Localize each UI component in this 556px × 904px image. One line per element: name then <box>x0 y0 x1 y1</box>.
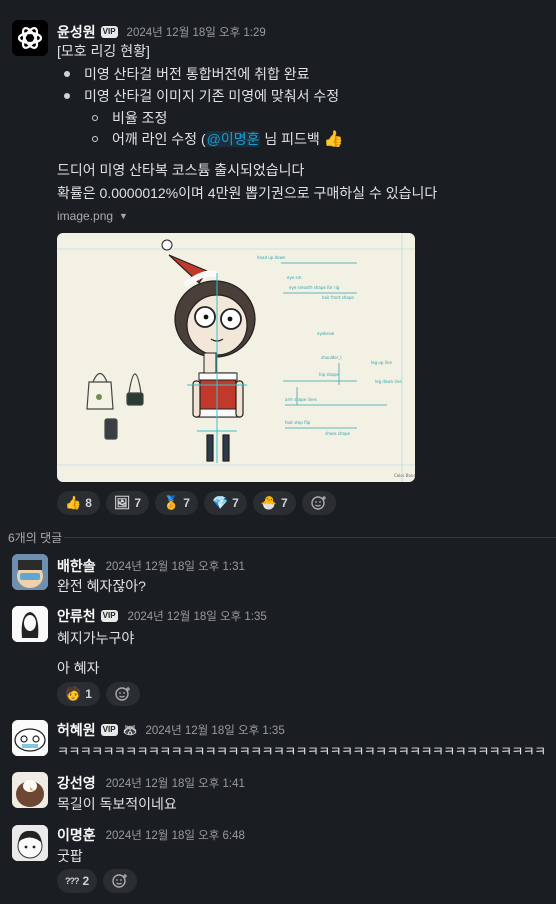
eagle-avatar-icon <box>12 772 48 808</box>
svg-text:head up down: head up down <box>257 255 286 260</box>
reply-count-label: 6개의 댓글 <box>8 531 63 545</box>
reply-author[interactable]: 허혜원 <box>57 720 96 740</box>
bullet-item: 미영 산타걸 버전 통합버전에 취합 완료 <box>84 66 310 82</box>
reaction-thumbs-up[interactable]: 👍 8 <box>57 491 100 515</box>
reaction-medal[interactable]: 🏅 7 <box>155 491 198 515</box>
reply-text: 굿팝 <box>57 848 83 864</box>
reply-timestamp[interactable]: 2024년 12월 18일 오후 6:48 <box>106 827 245 843</box>
vip-badge: VIP <box>100 724 118 736</box>
bullet-dot <box>64 71 70 77</box>
reaction-count: 1 <box>85 687 92 701</box>
reaction-count: 7 <box>134 496 142 510</box>
reaction-count: 7 <box>183 496 190 510</box>
reaction-chick[interactable]: 🐣 7 <box>252 491 296 515</box>
bullet-item: 미영 산타걸 이미지 기존 미영에 맞춰서 수정 <box>84 88 340 104</box>
message-heading: [모호 리깅 현황] <box>57 43 150 59</box>
svg-text:eyebrow: eyebrow <box>317 331 335 336</box>
attachment-filename[interactable]: image.png <box>57 209 113 223</box>
reply-text: ㅋㅋㅋㅋㅋㅋㅋㅋㅋㅋㅋㅋㅋㅋㅋㅋㅋㅋㅋㅋㅋㅋㅋㅋㅋㅋㅋㅋㅋㅋㅋㅋㅋㅋㅋㅋㅋㅋㅋㅋ… <box>57 744 547 759</box>
message-timestamp[interactable]: 2024년 12월 18일 오후 1:29 <box>127 24 266 40</box>
sub-bullet-prefix: 어깨 라인 수정 ( <box>112 131 206 147</box>
raccoon-status-icon: 🦝 <box>122 723 138 737</box>
attached-image[interactable]: head up down eye sm eye smooth shape for… <box>57 233 415 482</box>
sub-bullet-ring <box>92 136 98 142</box>
sub-bullet-item: 비율 조정 <box>112 110 168 126</box>
picture-icon: 🖼 <box>113 495 131 510</box>
reply-avatar[interactable] <box>12 720 48 756</box>
reply-avatar[interactable] <box>12 554 48 590</box>
reaction-count: 8 <box>85 496 92 510</box>
svg-text:hair front shape: hair front shape <box>322 295 354 300</box>
reply-avatar[interactable] <box>12 825 48 861</box>
chick-icon: 🐣 <box>260 495 278 510</box>
reply-text: 목길이 독보적이네요 <box>57 796 177 812</box>
svg-text:arm shape lines: arm shape lines <box>285 397 317 402</box>
svg-text:leg up line: leg up line <box>371 360 392 365</box>
user-mention[interactable]: @이명훈 <box>205 131 261 147</box>
vip-badge: VIP <box>100 26 118 38</box>
sub-bullet-ring <box>92 115 98 121</box>
author-name[interactable]: 윤성원 <box>57 22 96 42</box>
svg-text:shoes shape: shoes shape <box>325 431 350 436</box>
reaction-picture[interactable]: 🖼 7 <box>105 491 150 515</box>
thumbs-up-icon: 👍 <box>323 131 344 148</box>
svg-text:hip shape: hip shape <box>319 372 339 377</box>
doodle-avatar-icon <box>12 720 48 756</box>
reply-avatar[interactable] <box>12 606 48 642</box>
medal-icon: 🏅 <box>163 495 180 510</box>
boy-avatar-icon <box>12 825 48 861</box>
message-paragraph: 확률은 0.0000012%이며 4만원 뽑기권으로 구매하실 수 있습니다 <box>57 185 438 201</box>
message-paragraph: 드디어 미영 산타복 코스튬 출시되었습니다 <box>57 162 305 178</box>
svg-text:eye sm: eye sm <box>287 275 302 280</box>
thread-divider <box>64 537 556 538</box>
add-reaction-button[interactable] <box>103 869 138 893</box>
reaction-count: 2 <box>82 874 90 888</box>
svg-text:foot step flip: foot step flip <box>285 420 311 425</box>
question-icon: ??? <box>65 876 79 886</box>
character-rig-illustration: head up down eye sm eye smooth shape for… <box>57 233 415 482</box>
reply-text: 혜지가누구야 <box>57 630 135 646</box>
openai-logo-icon <box>17 27 43 49</box>
reply-timestamp[interactable]: 2024년 12월 18일 오후 1:31 <box>106 558 245 574</box>
caret-down-icon[interactable]: ▼ <box>119 211 128 221</box>
reply-author[interactable]: 이명훈 <box>57 825 96 845</box>
svg-text:shoulder_l: shoulder_l <box>321 355 341 360</box>
reply-author[interactable]: 강선영 <box>57 773 96 793</box>
sketch-avatar-icon <box>12 606 48 642</box>
reply-author[interactable]: 배한솔 <box>57 556 96 576</box>
add-emoji-icon <box>115 687 130 701</box>
reply-text: 아 혜자 <box>57 660 100 676</box>
reaction-count: 7 <box>281 496 288 510</box>
reaction-gem[interactable]: 💎 7 <box>203 491 247 515</box>
author-avatar[interactable] <box>12 20 48 56</box>
cartoon-avatar-icon <box>12 554 48 590</box>
reaction-person[interactable]: 🧑 1 <box>57 682 100 706</box>
add-emoji-icon <box>311 496 326 510</box>
gem-icon: 💎 <box>211 495 229 510</box>
reply-timestamp[interactable]: 2024년 12월 18일 오후 1:41 <box>106 775 245 791</box>
bullet-dot <box>64 93 70 99</box>
reply-timestamp[interactable]: 2024년 12월 18일 오후 1:35 <box>146 722 285 738</box>
vip-badge: VIP <box>100 610 118 622</box>
svg-text:Color Bones: Color Bones <box>394 473 415 478</box>
reply-avatar[interactable] <box>12 772 48 808</box>
reply-text: 완전 혜자잖아? <box>57 578 146 594</box>
sub-bullet-suffix: 님 피드백 <box>260 131 320 147</box>
sub-bullet-item: 어깨 라인 수정 (@이명훈 님 피드백 👍 <box>112 129 344 149</box>
reply-timestamp[interactable]: 2024년 12월 18일 오후 1:35 <box>128 608 267 624</box>
add-reaction-button[interactable] <box>105 682 140 706</box>
reaction-count: 7 <box>232 496 239 510</box>
svg-text:leg down line: leg down line <box>375 379 402 384</box>
add-emoji-icon <box>112 874 128 888</box>
svg-text:eye smooth shape for rig: eye smooth shape for rig <box>289 285 340 290</box>
reply-author[interactable]: 안류천 <box>57 606 96 626</box>
thumbs-up-icon: 👍 <box>65 495 82 510</box>
reaction-question[interactable]: ??? 2 <box>57 869 98 893</box>
add-reaction-button[interactable] <box>301 491 336 515</box>
person-icon: 🧑 <box>65 686 82 701</box>
